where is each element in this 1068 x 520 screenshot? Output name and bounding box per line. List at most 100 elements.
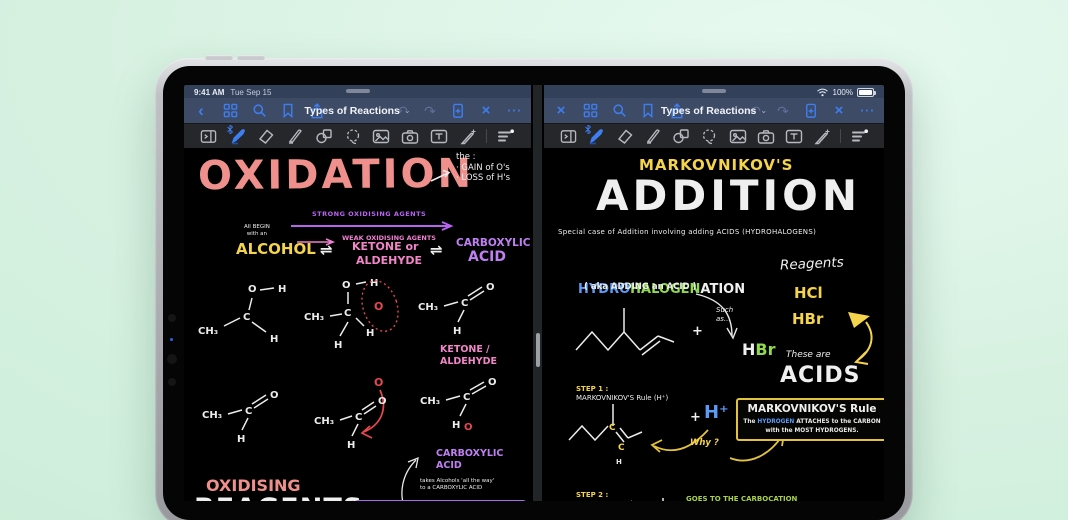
battery-icon: [857, 88, 874, 97]
svg-text:O: O: [342, 280, 351, 291]
laser-pointer-icon[interactable]: [458, 126, 478, 146]
note-canvas-oxidation[interactable]: OXIDATION the : · GAIN of O's · LOSS of …: [184, 148, 531, 501]
svg-text:O: O: [488, 377, 497, 388]
camera-icon[interactable]: [756, 126, 776, 146]
step1-label: STEP 1 :: [576, 385, 608, 393]
notes-window-left: 9:41 AM Tue Sep 15 ‹: [184, 85, 531, 501]
svg-text:H: H: [370, 278, 378, 289]
eraser-tool-icon[interactable]: [615, 126, 635, 146]
split-resize-handle[interactable]: [536, 333, 540, 367]
svg-text:H: H: [237, 434, 245, 445]
stroke-style-icon[interactable]: [850, 126, 870, 146]
bookmark-icon[interactable]: [280, 103, 296, 119]
chevron-down-icon: ⌄: [404, 106, 411, 115]
structure-alkene: [572, 298, 697, 368]
svg-text:CH₃: CH₃: [314, 416, 334, 427]
laser-pointer-icon[interactable]: [812, 126, 832, 146]
front-camera: [167, 354, 177, 364]
svg-text:C: C: [355, 412, 362, 423]
toolbar-separator: [486, 129, 487, 143]
camera-icon[interactable]: [400, 126, 420, 146]
shapes-tool-icon[interactable]: [671, 126, 691, 146]
volume-up-button[interactable]: [205, 55, 233, 60]
document-title-dropdown[interactable]: Types of Reactions ⌄: [304, 105, 410, 117]
label-carboxylic-acid: CARBOXYLIC ACID: [436, 448, 503, 472]
more-icon[interactable]: ⋯: [859, 103, 875, 119]
pen-tool-icon-selected[interactable]: [586, 126, 606, 146]
svg-text:H: H: [347, 440, 355, 451]
svg-text:C: C: [344, 308, 351, 319]
shapes-tool-icon[interactable]: [314, 126, 334, 146]
text-tool-icon[interactable]: [784, 126, 804, 146]
structure-aldehyde: CH₃C OH: [416, 280, 504, 340]
svg-text:CH₃: CH₃: [418, 302, 438, 313]
svg-text:H: H: [270, 334, 278, 345]
insert-image-icon[interactable]: [371, 126, 391, 146]
document-panel-icon[interactable]: [558, 126, 578, 146]
camera-sensor: [168, 378, 176, 386]
svg-text:CH₃: CH₃: [198, 326, 218, 337]
page-overview-icon[interactable]: [222, 103, 238, 119]
label-strong-agents: STRONG OXIDISING AGENTS: [312, 210, 426, 218]
chevron-down-icon: ⌄: [760, 106, 767, 115]
document-title-dropdown[interactable]: Types of Reactions ⌄: [661, 105, 767, 117]
label-ketone-aldehyde: KETONE / ALDEHYDE: [440, 344, 497, 368]
bookmark-icon[interactable]: [640, 103, 656, 119]
lasso-tool-icon[interactable]: [699, 126, 719, 146]
ink-arrow-strong: [290, 221, 458, 231]
close-icon[interactable]: ×: [478, 103, 494, 119]
markovnikov-rule-box: MARKOVNIKOV'S Rule The HYDROGEN ATTACHES…: [736, 398, 884, 441]
rule-text-pre: The: [743, 419, 757, 425]
wifi-icon: [816, 88, 829, 97]
note-canvas-addition[interactable]: MARKOVNIKOV'S ADDITION Special case of A…: [544, 148, 884, 501]
svg-text:CH₃: CH₃: [420, 396, 440, 407]
svg-text:H: H: [616, 458, 622, 466]
label-why: Why ?: [690, 438, 719, 449]
equilibrium-arrow: ⇌: [320, 241, 333, 260]
more-icon[interactable]: ⋯: [506, 103, 522, 119]
svg-text:C: C: [463, 392, 470, 403]
back-icon[interactable]: ‹: [193, 103, 209, 119]
search-icon[interactable]: [611, 103, 627, 119]
redo-icon[interactable]: ↷: [422, 103, 438, 119]
search-icon[interactable]: [251, 103, 267, 119]
note-heading-addition: ADDITION: [596, 170, 861, 223]
document-panel-icon[interactable]: [199, 126, 219, 146]
note-begin: All BEGIN with an: [244, 224, 270, 238]
window-grabber[interactable]: [702, 89, 726, 93]
redo-icon[interactable]: ↷: [775, 103, 791, 119]
label-alcohol: ALCOHOL: [236, 240, 316, 259]
add-page-icon[interactable]: [803, 103, 819, 119]
svg-text:H: H: [452, 420, 460, 431]
strong-oxidising-agent-box: STRONG OXIDISING AGENT: [354, 500, 527, 501]
svg-text:O: O: [248, 284, 257, 295]
page-overview-icon[interactable]: [582, 103, 598, 119]
note-subtitle: Special case of Addition involving addin…: [558, 228, 816, 237]
label-aka-acid: ( aka ADDING an ACID ): [584, 282, 696, 293]
lasso-tool-icon[interactable]: [343, 126, 363, 146]
toolbar-right: [544, 123, 884, 148]
label-carbocation: GOES TO THE CARBOCATION: [686, 495, 797, 501]
svg-text:C: C: [609, 423, 616, 433]
volume-down-button[interactable]: [237, 55, 265, 60]
window-grabber[interactable]: [346, 89, 370, 93]
stroke-style-icon[interactable]: [496, 126, 516, 146]
label-these-are: These are: [786, 350, 831, 361]
ipad-device: 9:41 AM Tue Sep 15 ‹: [155, 58, 913, 520]
add-page-icon[interactable]: [450, 103, 466, 119]
highlighter-tool-icon[interactable]: [643, 126, 663, 146]
insert-image-icon[interactable]: [728, 126, 748, 146]
split-view-divider: [531, 85, 544, 501]
svg-text:C: C: [243, 312, 250, 323]
text-tool-icon[interactable]: [429, 126, 449, 146]
structure-aldehyde-oxidation: O CH₃C OH: [312, 372, 422, 456]
eraser-tool-icon[interactable]: [256, 126, 276, 146]
structure-aldehyde-2: CH₃C OH: [198, 386, 290, 450]
statusbar-left: 9:41 AM Tue Sep 15: [184, 85, 531, 98]
highlighter-tool-icon[interactable]: [285, 126, 305, 146]
svg-text:O: O: [378, 396, 387, 407]
close-split-icon[interactable]: ×: [553, 103, 569, 119]
label-hbr-h: H: [742, 340, 755, 359]
pen-tool-icon-selected[interactable]: [228, 126, 248, 146]
close-icon[interactable]: ×: [831, 103, 847, 119]
